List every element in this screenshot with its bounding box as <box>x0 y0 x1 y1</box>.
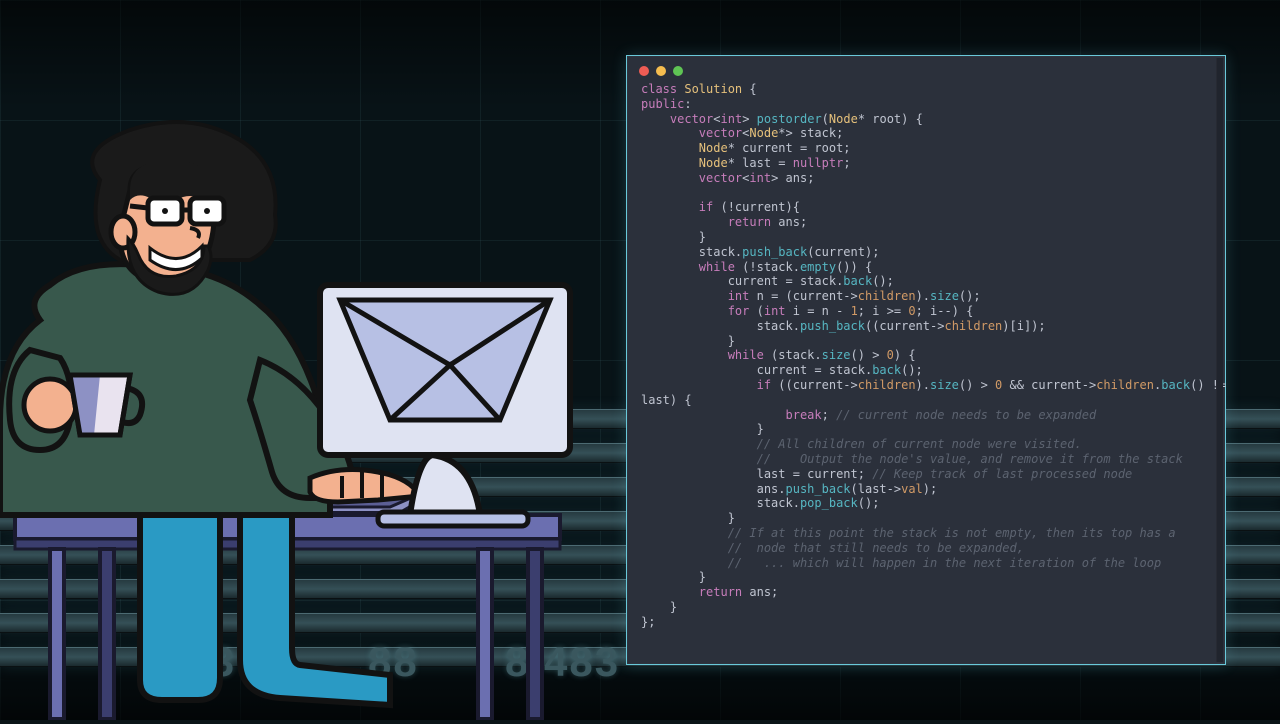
zoom-button[interactable] <box>673 66 683 76</box>
programmer-illustration <box>0 120 620 720</box>
code-content[interactable]: class Solution { public: vector<int> pos… <box>627 82 1225 643</box>
window-traffic-lights <box>627 56 1225 82</box>
code-editor-window: class Solution { public: vector<int> pos… <box>626 55 1226 665</box>
minimize-button[interactable] <box>656 66 666 76</box>
close-button[interactable] <box>639 66 649 76</box>
